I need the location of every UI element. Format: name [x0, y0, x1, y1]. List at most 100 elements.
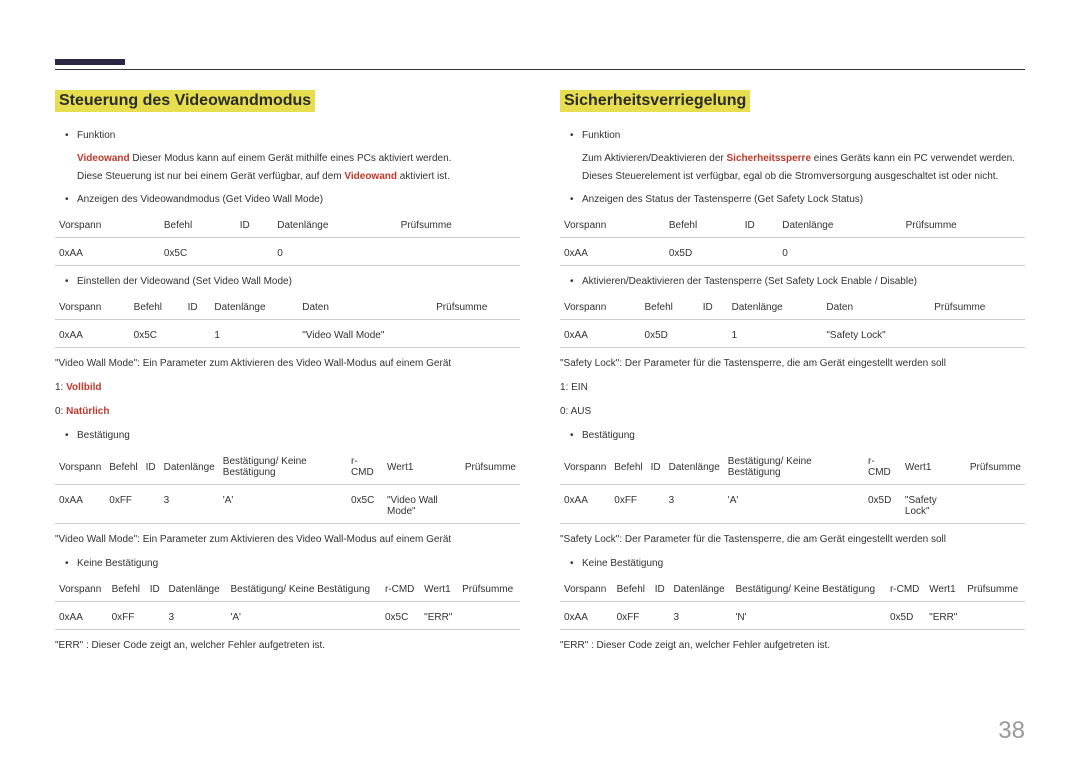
th: Befehl: [665, 214, 741, 238]
table-row: 0xAA 0x5C 0: [55, 238, 520, 266]
cell: 0xAA: [560, 320, 641, 348]
th: Prüfsumme: [963, 578, 1025, 602]
videowand-keyword-2: Videowand: [344, 171, 397, 182]
cell: 0xFF: [613, 602, 651, 630]
th: Befehl: [105, 450, 141, 485]
cell: 'A': [724, 485, 864, 524]
th: Datenlänge: [778, 214, 901, 238]
bullet-best: Bestätigung: [55, 428, 520, 444]
th: Wert1: [925, 578, 963, 602]
note-vwm-2: "Video Wall Mode": Ein Parameter zum Akt…: [55, 532, 520, 548]
func-post: eines Geräts kann ein PC verwendet werde…: [811, 153, 1015, 164]
bullet-nobest: Keine Bestätigung: [55, 556, 520, 572]
cell: 0xAA: [560, 485, 610, 524]
cell: "Safety Lock": [901, 485, 966, 524]
func-line1: Dieser Modus kann auf einem Gerät mithil…: [130, 153, 452, 164]
note-slock-2: "Safety Lock": Der Parameter für die Tas…: [560, 532, 1025, 548]
th: Prüfsumme: [902, 214, 1025, 238]
cell: 'A': [219, 485, 347, 524]
th: Vorspann: [55, 578, 108, 602]
bullet-set-r: Aktivieren/Deaktivieren der Tastensperre…: [560, 274, 1025, 290]
bullet-nobest-r: Keine Bestätigung: [560, 556, 1025, 572]
th: Daten: [298, 296, 432, 320]
val-1: 1: Vollbild: [55, 380, 520, 396]
th: ID: [142, 450, 160, 485]
th: Bestätigung/ Keine Bestätigung: [226, 578, 380, 602]
cell: "Video Wall Mode": [383, 485, 461, 524]
cell: 0x5D: [886, 602, 925, 630]
table-get-r: Vorspann Befehl ID Datenlänge Prüfsumme …: [560, 214, 1025, 266]
th: Vorspann: [560, 214, 665, 238]
func-line2-pre: Diese Steuerung ist nur bei einem Gerät …: [77, 171, 344, 182]
th: Bestätigung/ Keine Bestätigung: [731, 578, 885, 602]
cell: 0xAA: [55, 238, 160, 266]
right-column: Sicherheitsverriegelung Funktion Zum Akt…: [560, 90, 1025, 662]
th: r-CMD: [864, 450, 901, 485]
th: r-CMD: [381, 578, 420, 602]
bullet-get-r: Anzeigen des Status der Tastensperre (Ge…: [560, 192, 1025, 208]
th: Datenlänge: [165, 578, 227, 602]
th: Bestätigung/ Keine Bestätigung: [724, 450, 864, 485]
page-number: 38: [998, 717, 1025, 745]
cell: 0xAA: [560, 602, 613, 630]
th: ID: [741, 214, 779, 238]
bullet-funktion: Funktion: [55, 128, 520, 144]
cell: 1: [210, 320, 298, 348]
cell: 0x5D: [665, 238, 741, 266]
note-vwm: "Video Wall Mode": Ein Parameter zum Akt…: [55, 356, 520, 372]
cell: 0xAA: [55, 602, 108, 630]
bullet-funktion-r: Funktion: [560, 128, 1025, 144]
func-desc: Videowand Dieser Modus kann auf einem Ge…: [55, 150, 520, 186]
func-line2-post: aktiviert ist.: [397, 171, 450, 182]
table-nak: Vorspann Befehl ID Datenlänge Bestätigun…: [55, 578, 520, 630]
cell: 3: [670, 602, 732, 630]
func-pre: Zum Aktivieren/Deaktivieren der: [582, 153, 727, 164]
th: ID: [647, 450, 665, 485]
table-row: 0xAA 0xFF 3 'A' 0x5C "ERR": [55, 602, 520, 630]
val-0-r: 0: AUS: [560, 404, 1025, 420]
cell: 0xAA: [55, 485, 105, 524]
th: Prüfsumme: [458, 578, 520, 602]
th: Prüfsumme: [461, 450, 520, 485]
th: r-CMD: [347, 450, 383, 485]
th: ID: [651, 578, 670, 602]
val-pre: 1:: [55, 382, 66, 393]
val-0: 0: Natürlich: [55, 404, 520, 420]
cell: 0x5C: [347, 485, 383, 524]
th-vorspann: Vorspann: [55, 214, 160, 238]
th: Befehl: [641, 296, 699, 320]
th: Befehl: [108, 578, 146, 602]
func-desc-r: Zum Aktivieren/Deaktivieren der Sicherhe…: [560, 150, 1025, 186]
table-row: 0xAA 0xFF 3 'N' 0x5D "ERR": [560, 602, 1025, 630]
table-ack: Vorspann Befehl ID Datenlänge Bestätigun…: [55, 450, 520, 524]
th: Prüfsumme: [930, 296, 1025, 320]
cell: 0: [273, 238, 396, 266]
val-pre: 0:: [55, 406, 66, 417]
sicherheitssperre-keyword: Sicherheitssperre: [727, 153, 812, 164]
th: Befehl: [130, 296, 184, 320]
cell: 0xAA: [560, 238, 665, 266]
th-befehl: Befehl: [160, 214, 236, 238]
th: ID: [146, 578, 165, 602]
th: Datenlänge: [210, 296, 298, 320]
left-column: Steuerung des Videowandmodus Funktion Vi…: [55, 90, 520, 662]
cell: 0x5D: [641, 320, 699, 348]
cell: "Safety Lock": [822, 320, 930, 348]
videowand-keyword: Videowand: [77, 153, 130, 164]
cell: 0x5C: [130, 320, 184, 348]
cell: "ERR": [420, 602, 458, 630]
th: Vorspann: [560, 450, 610, 485]
cell: 3: [665, 485, 724, 524]
header-rule: [55, 65, 1025, 70]
table-set: Vorspann Befehl ID Datenlänge Daten Prüf…: [55, 296, 520, 348]
table-row: 0xAA 0x5D 1 "Safety Lock": [560, 320, 1025, 348]
right-heading: Sicherheitsverriegelung: [560, 90, 750, 112]
cell: 3: [165, 602, 227, 630]
th: Wert1: [383, 450, 461, 485]
th: Befehl: [610, 450, 646, 485]
th: Prüfsumme: [432, 296, 520, 320]
cell: 0xFF: [108, 602, 146, 630]
note-slock: "Safety Lock": Der Parameter für die Tas…: [560, 356, 1025, 372]
func-line2: Dieses Steuerelement ist verfügbar, egal…: [582, 171, 998, 182]
th: r-CMD: [886, 578, 925, 602]
